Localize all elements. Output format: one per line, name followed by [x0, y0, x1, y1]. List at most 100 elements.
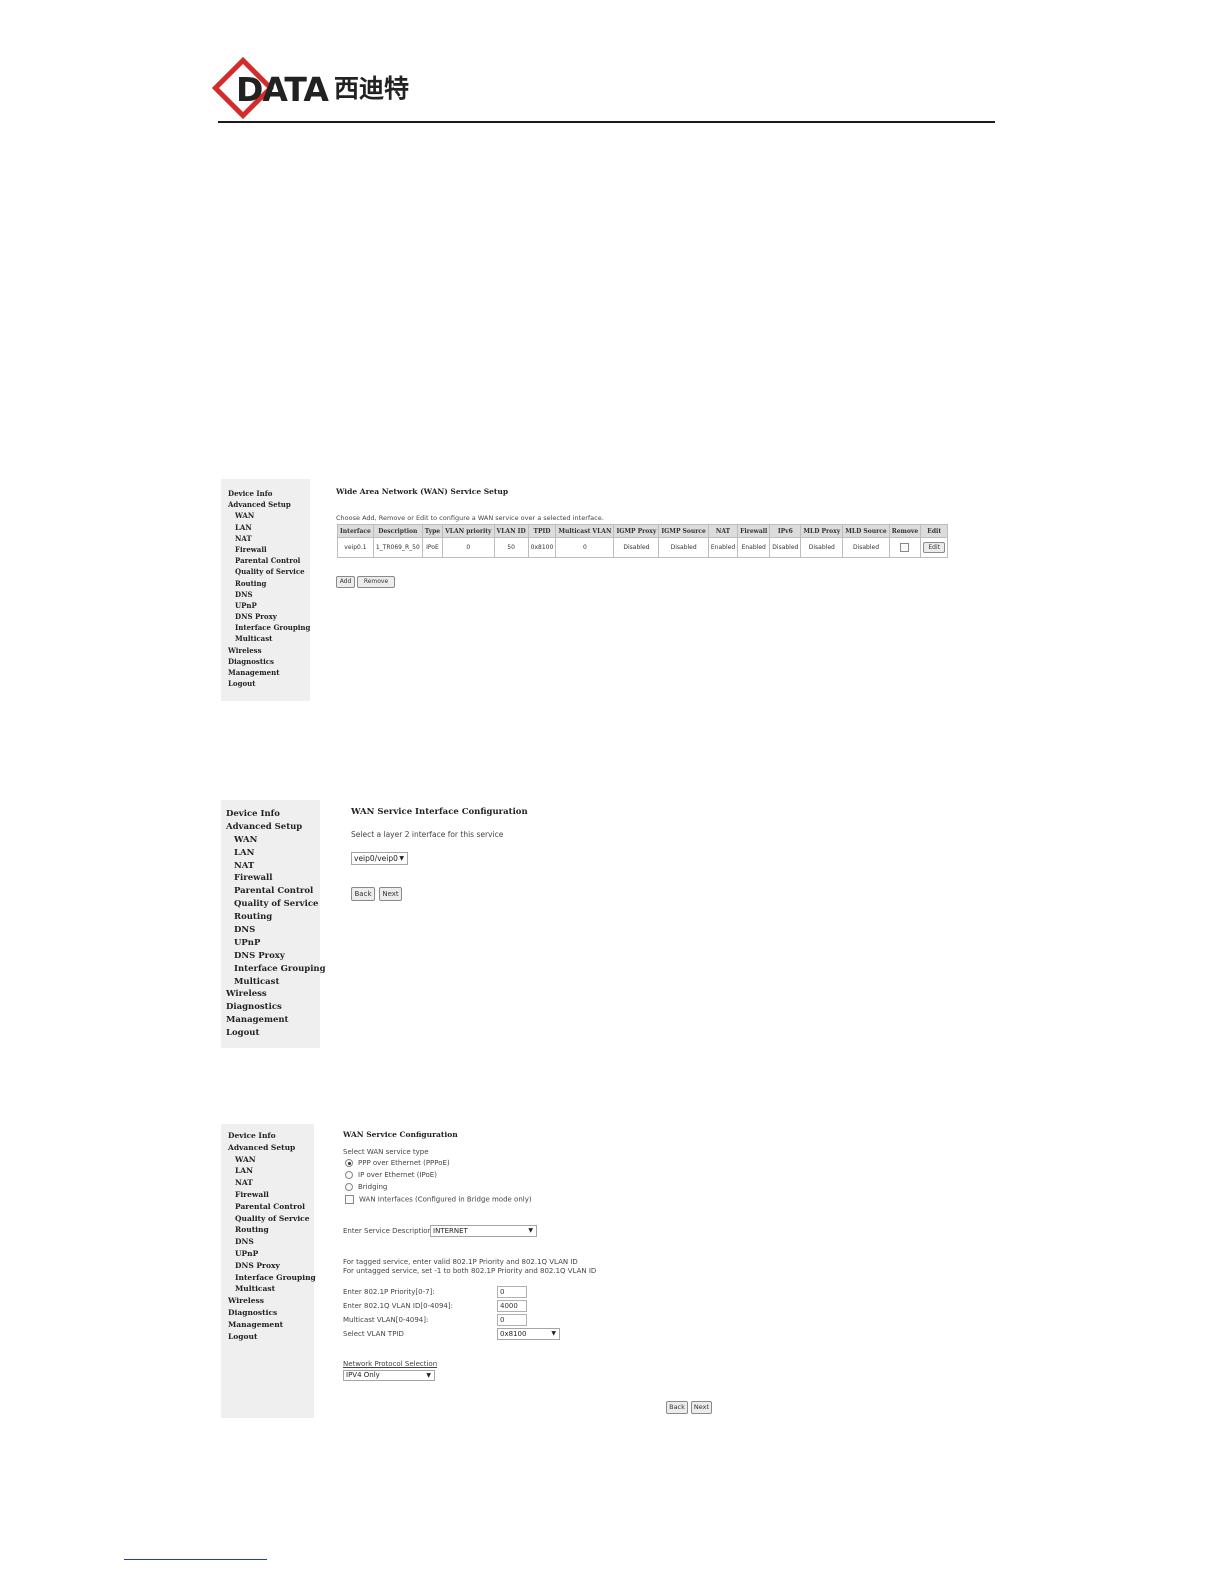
sidebar-item-dns-proxy[interactable]: DNS Proxy — [226, 950, 320, 963]
sidebar-item-interface-grouping[interactable]: Interface Grouping — [226, 963, 326, 976]
tagged-service-note: For tagged service, enter valid 802.1P P… — [343, 1258, 578, 1266]
remove-button[interactable]: Remove — [357, 576, 395, 588]
priority-label: Enter 802.1P Priority[0-7]: — [343, 1288, 435, 1296]
sidebar-item-management[interactable]: Management — [226, 1014, 320, 1027]
sidebar-item-routing[interactable]: Routing — [226, 911, 320, 924]
sidebar-item-nat[interactable]: NAT — [228, 1177, 314, 1189]
footer-link-underline — [124, 1559, 267, 1560]
sidebar-1: Device Info Advanced Setup WAN LAN NAT Firewa… — [221, 479, 310, 701]
sidebar-item-multicast[interactable]: Multicast — [226, 976, 320, 989]
sidebar-item-quality-of-service[interactable]: Quality of Service — [228, 566, 310, 577]
service-type-ipoe[interactable]: IP over Ethernet (IPoE) — [345, 1171, 437, 1179]
sidebar-item-dns[interactable]: DNS — [226, 924, 320, 937]
sidebar-item-nat[interactable]: NAT — [226, 860, 320, 873]
back-button[interactable]: Back — [666, 1401, 688, 1414]
wan-interfaces-checkbox[interactable] — [345, 1195, 354, 1204]
sidebar-item-lan[interactable]: LAN — [226, 847, 320, 860]
table-cell: veip0.1 — [337, 537, 374, 558]
sidebar-item-multicast[interactable]: Multicast — [228, 1283, 314, 1295]
sidebar-item-diagnostics[interactable]: Diagnostics — [226, 1001, 320, 1014]
column-header: Firewall — [737, 524, 771, 538]
sidebar-item-management[interactable]: Management — [228, 667, 310, 678]
multicast-vlan-input[interactable]: 0 — [497, 1314, 527, 1326]
sidebar-item-upnp[interactable]: UPnP — [228, 600, 310, 611]
radio-bridging[interactable] — [345, 1183, 353, 1191]
vlan-id-input[interactable]: 4000 — [497, 1300, 527, 1312]
pppoe-label: PPP over Ethernet (PPPoE) — [358, 1159, 450, 1167]
sidebar-item-upnp[interactable]: UPnP — [226, 937, 320, 950]
radio-ipoe[interactable] — [345, 1171, 353, 1179]
network-protocol-select[interactable]: IPV4 Only ▼ — [343, 1370, 435, 1381]
interface-config-title: WAN Service Interface Configuration — [351, 807, 528, 817]
sidebar-item-routing[interactable]: Routing — [228, 578, 310, 589]
next-button[interactable]: Next — [691, 1401, 712, 1414]
sidebar-item-logout[interactable]: Logout — [228, 1331, 314, 1343]
table-cell: 0x8100 — [527, 537, 557, 558]
sidebar-item-diagnostics[interactable]: Diagnostics — [228, 1307, 314, 1319]
vlan-tpid-value: 0x8100 — [500, 1330, 527, 1338]
sidebar-item-device-info[interactable]: Device Info — [226, 808, 320, 821]
sidebar-item-lan[interactable]: LAN — [228, 1165, 314, 1177]
sidebar-item-upnp[interactable]: UPnP — [228, 1248, 314, 1260]
sidebar-item-routing[interactable]: Routing — [228, 1224, 314, 1236]
sidebar-item-firewall[interactable]: Firewall — [228, 544, 310, 555]
remove-checkbox[interactable] — [900, 543, 910, 552]
column-header: Remove — [888, 524, 922, 538]
service-description-field[interactable]: INTERNET ▼ — [430, 1225, 537, 1237]
edit-button[interactable]: Edit — [923, 542, 946, 553]
sidebar-item-advanced-setup[interactable]: Advanced Setup — [228, 499, 310, 510]
sidebar-item-wan[interactable]: WAN — [226, 834, 320, 847]
vlan-tpid-label: Select VLAN TPID — [343, 1330, 404, 1338]
add-button[interactable]: Add — [336, 576, 355, 588]
sidebar-item-device-info[interactable]: Device Info — [228, 488, 310, 499]
sidebar-item-lan[interactable]: LAN — [228, 522, 310, 533]
chevron-down-icon: ▼ — [528, 1227, 533, 1234]
priority-input[interactable]: 0 — [497, 1286, 527, 1298]
sidebar-item-logout[interactable]: Logout — [226, 1027, 320, 1040]
sidebar-item-parental-control[interactable]: Parental Control — [226, 885, 320, 898]
sidebar-item-wireless[interactable]: Wireless — [228, 1295, 314, 1307]
sidebar-item-interface-grouping[interactable]: Interface Grouping — [228, 622, 310, 633]
wan-service-table: Interface Description Type VLAN priority VLA… — [337, 524, 949, 558]
sidebar-item-dns[interactable]: DNS — [228, 589, 310, 600]
sidebar-item-dns-proxy[interactable]: DNS Proxy — [228, 1260, 314, 1272]
service-type-bridging[interactable]: Bridging — [345, 1183, 387, 1191]
sidebar-item-diagnostics[interactable]: Diagnostics — [228, 656, 310, 667]
service-type-pppoe[interactable]: PPP over Ethernet (PPPoE) — [345, 1159, 450, 1167]
sidebar-item-parental-control[interactable]: Parental Control — [228, 1201, 314, 1213]
sidebar-item-interface-grouping[interactable]: Interface Grouping — [228, 1272, 316, 1284]
next-button[interactable]: Next — [379, 887, 402, 901]
column-header: IGMP Source — [658, 524, 709, 538]
sidebar-item-advanced-setup[interactable]: Advanced Setup — [228, 1142, 314, 1154]
column-header: IGMP Proxy — [613, 524, 660, 538]
sidebar-item-dns[interactable]: DNS — [228, 1236, 314, 1248]
table-cell: Disabled — [769, 537, 802, 558]
sidebar-item-multicast[interactable]: Multicast — [228, 633, 310, 644]
sidebar-item-device-info[interactable]: Device Info — [228, 1130, 314, 1142]
sidebar-item-advanced-setup[interactable]: Advanced Setup — [226, 821, 320, 834]
sidebar-item-wan[interactable]: WAN — [228, 1154, 314, 1166]
back-button[interactable]: Back — [351, 887, 375, 901]
sidebar-item-quality-of-service[interactable]: Quality of Service — [228, 1213, 314, 1225]
column-header: TPID — [527, 524, 557, 538]
wan-interfaces-option[interactable]: WAN Interfaces (Configured in Bridge mod… — [345, 1195, 532, 1204]
table-cell: Enabled — [737, 537, 771, 558]
layer2-interface-select[interactable]: veip0/veip0 ▼ — [351, 852, 408, 865]
column-header: VLAN priority — [442, 524, 495, 538]
edit-cell: Edit — [920, 537, 949, 558]
sidebar-item-dns-proxy[interactable]: DNS Proxy — [228, 611, 310, 622]
sidebar-item-wireless[interactable]: Wireless — [228, 645, 310, 656]
radio-pppoe[interactable] — [345, 1159, 353, 1167]
sidebar-item-wireless[interactable]: Wireless — [226, 988, 320, 1001]
sidebar-item-logout[interactable]: Logout — [228, 678, 310, 689]
sidebar-item-nat[interactable]: NAT — [228, 533, 310, 544]
sidebar-item-firewall[interactable]: Firewall — [226, 872, 320, 885]
sidebar-item-parental-control[interactable]: Parental Control — [228, 555, 310, 566]
sidebar-item-wan[interactable]: WAN — [228, 510, 310, 521]
vlan-tpid-select[interactable]: 0x8100 ▼ — [497, 1328, 560, 1340]
sidebar-item-management[interactable]: Management — [228, 1319, 314, 1331]
sidebar-item-quality-of-service[interactable]: Quality of Service — [226, 898, 320, 911]
table-cell: 0 — [555, 537, 615, 558]
sidebar-item-firewall[interactable]: Firewall — [228, 1189, 314, 1201]
service-description-label: Enter Service Description — [343, 1227, 432, 1235]
